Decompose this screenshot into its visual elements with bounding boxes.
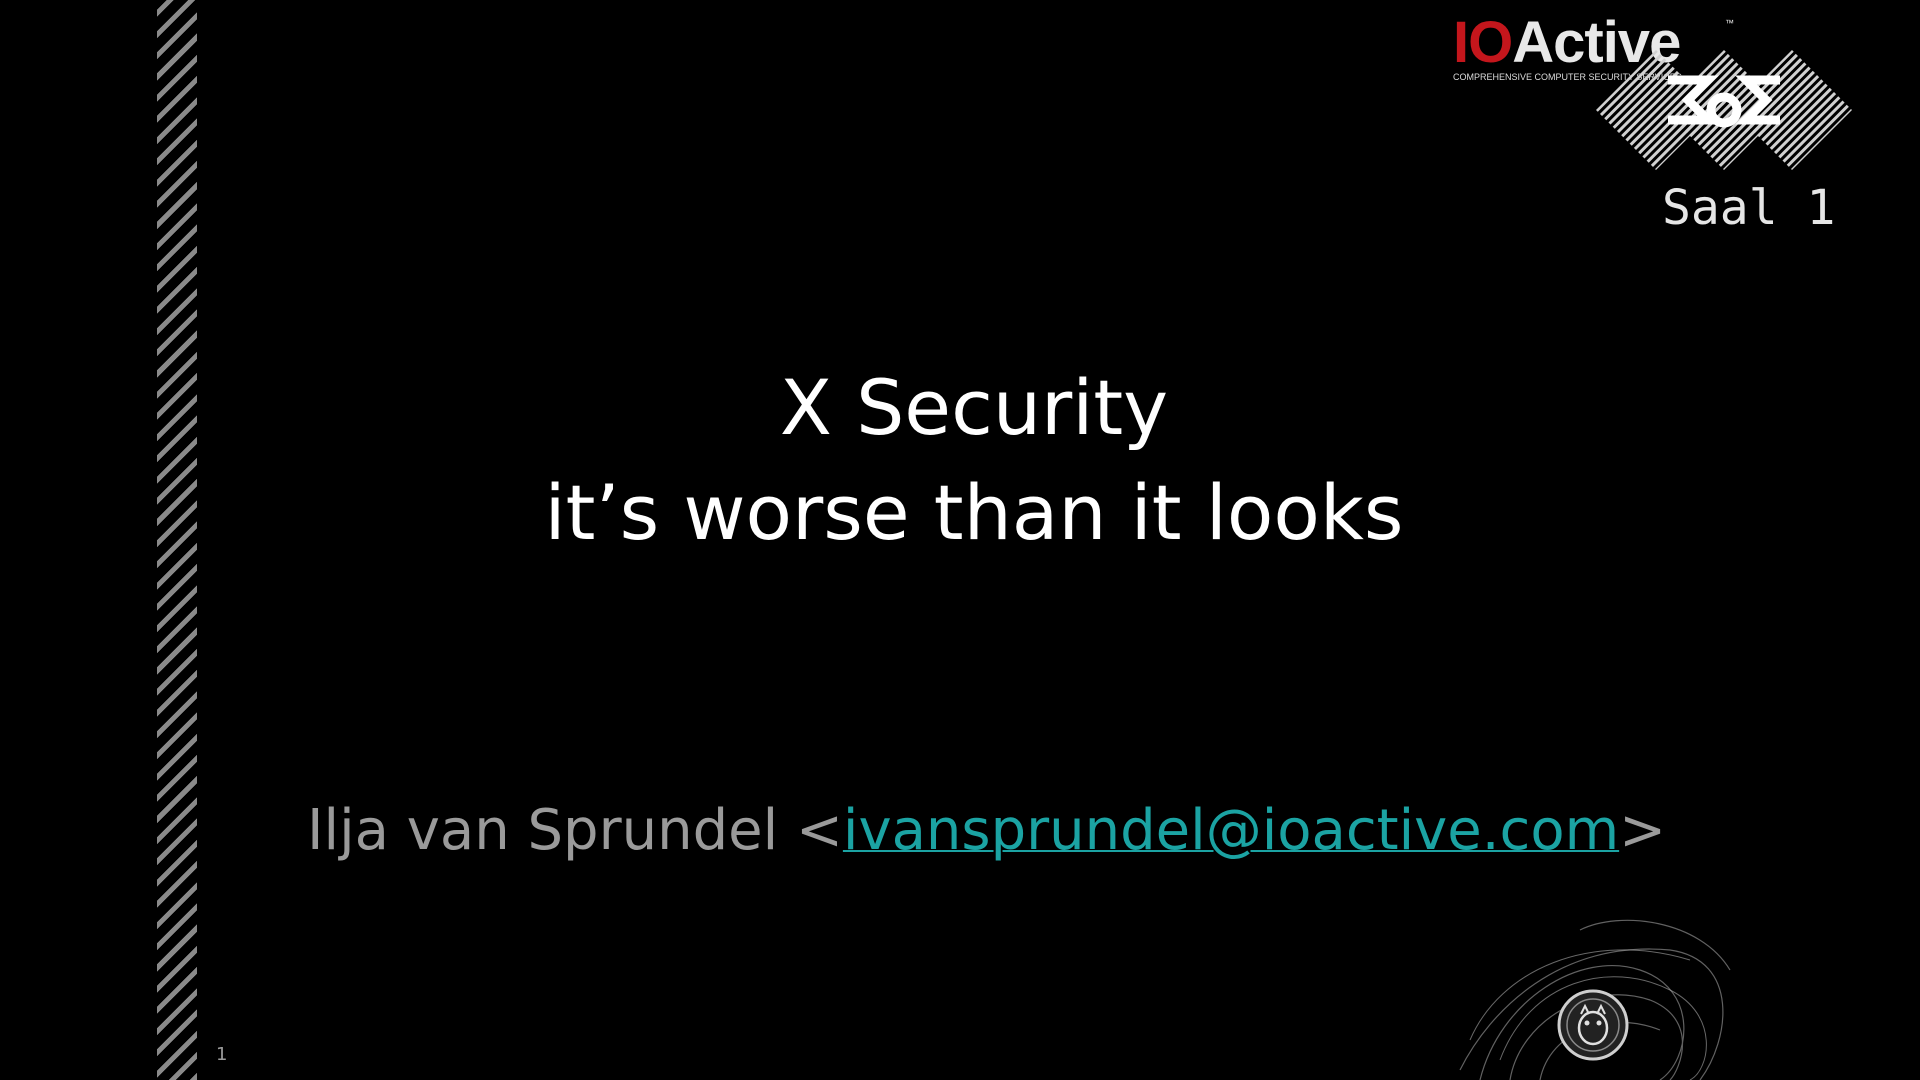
room-label: Saal 1 (1662, 180, 1836, 236)
slide-number: 1 (216, 1044, 228, 1065)
author-line: Ilja van Sprundel <ivansprundel@ioactive… (307, 798, 1666, 863)
congress-diamond-logo-icon (1596, 50, 1852, 170)
smoke-swirl-ornament-icon (1459, 919, 1731, 1080)
ioactive-trademark: ™ (1725, 18, 1734, 28)
author-name: Ilja van Sprundel < (307, 798, 843, 863)
presentation-slide: IOActive ™ COMPREHENSIVE COMPUTER SECURI… (0, 0, 1920, 1080)
author-suffix: > (1619, 798, 1667, 863)
slide-title: X Security it’s worse than it looks (0, 355, 1920, 565)
ioactive-io: IO (1453, 10, 1513, 75)
title-line-2: it’s worse than it looks (544, 468, 1404, 557)
author-email-link[interactable]: ivansprundel@ioactive.com (843, 798, 1619, 863)
title-line-1: X Security (779, 363, 1169, 452)
